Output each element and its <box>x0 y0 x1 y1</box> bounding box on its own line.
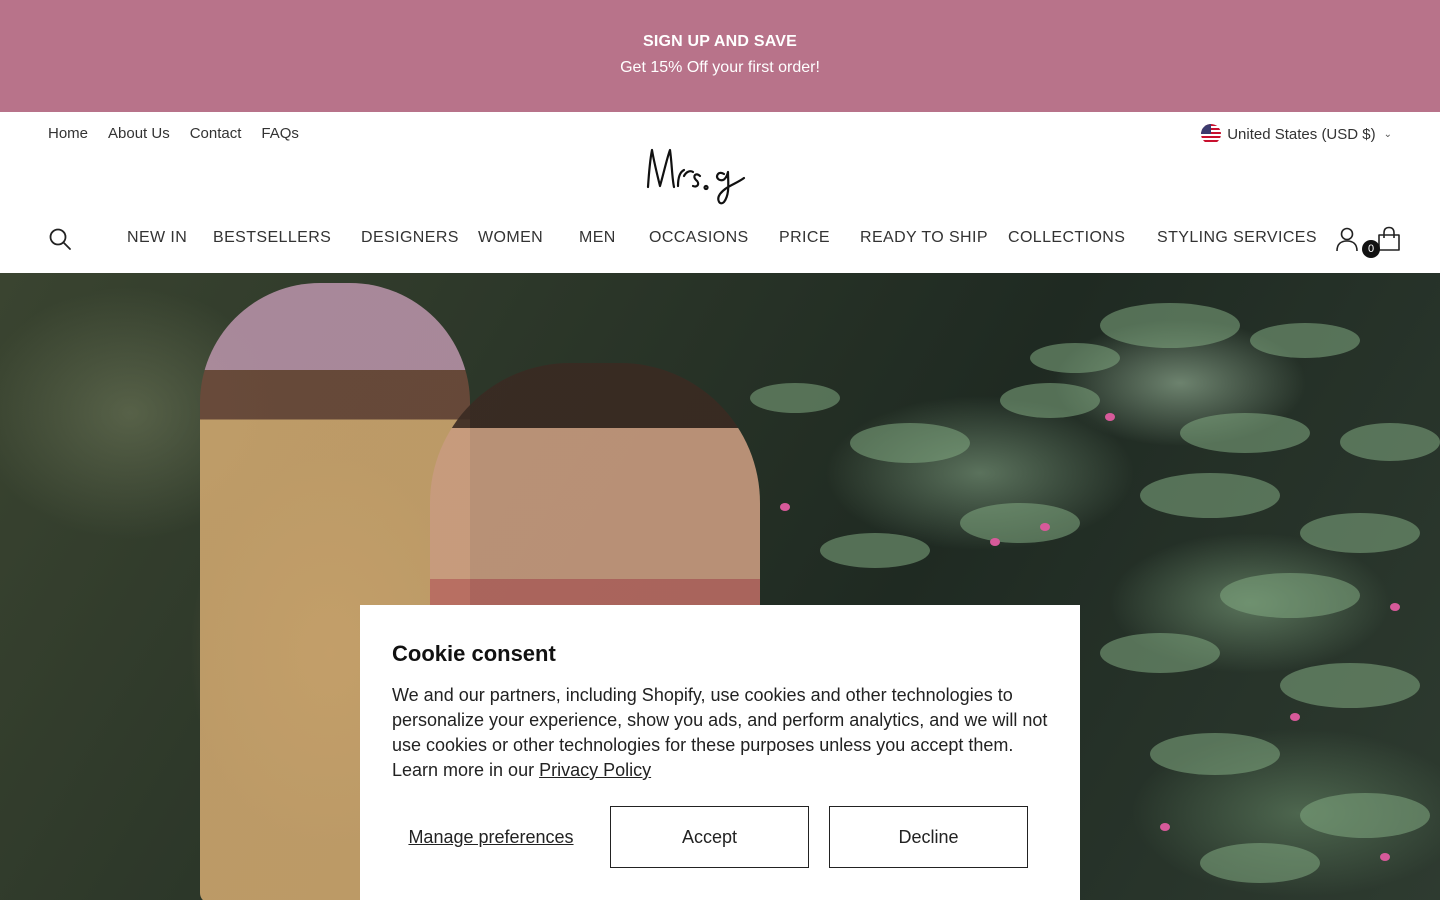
country-selector-label: United States (USD $) <box>1227 125 1376 143</box>
us-flag-icon <box>1201 124 1222 144</box>
top-link-faqs[interactable]: FAQs <box>261 125 299 142</box>
site-logo[interactable] <box>640 142 800 208</box>
site-header: Home About Us Contact FAQs United States… <box>0 112 1440 273</box>
nav-styling-services[interactable]: STYLING SERVICES <box>1157 229 1317 247</box>
main-nav: NEW IN BESTSELLERS DESIGNERS WOMEN MEN O… <box>0 229 1440 251</box>
nav-new-in[interactable]: NEW IN <box>127 229 187 247</box>
privacy-policy-link[interactable]: Privacy Policy <box>539 760 651 780</box>
nav-occasions[interactable]: OCCASIONS <box>649 229 749 247</box>
announcement-subtitle: Get 15% Off your first order! <box>620 59 820 76</box>
decline-button[interactable]: Decline <box>829 806 1028 868</box>
country-selector[interactable]: United States (USD $) ⌄ <box>1201 124 1392 144</box>
nav-designers[interactable]: DESIGNERS <box>361 229 459 247</box>
nav-women[interactable]: WOMEN <box>478 229 543 247</box>
nav-men[interactable]: MEN <box>579 229 616 247</box>
manage-preferences-button[interactable]: Manage preferences <box>392 806 590 868</box>
account-icon[interactable] <box>1335 226 1359 252</box>
top-link-home[interactable]: Home <box>48 125 88 142</box>
cart-count-badge: 0 <box>1362 240 1380 258</box>
announcement-title: SIGN UP AND SAVE <box>642 33 798 50</box>
announcement-bar[interactable]: SIGN UP AND SAVE Get 15% Off your first … <box>0 0 1440 112</box>
top-link-contact[interactable]: Contact <box>190 125 242 142</box>
nav-price[interactable]: PRICE <box>779 229 830 247</box>
cookie-body: We and our partners, including Shopify, … <box>392 683 1052 783</box>
chevron-down-icon: ⌄ <box>1383 128 1392 140</box>
top-link-about[interactable]: About Us <box>108 125 170 142</box>
accept-button[interactable]: Accept <box>610 806 809 868</box>
cookie-body-text: We and our partners, including Shopify, … <box>392 685 1048 780</box>
nav-collections[interactable]: COLLECTIONS <box>1008 229 1125 247</box>
nav-ready-to-ship[interactable]: READY TO SHIP <box>860 229 988 247</box>
cookie-title: Cookie consent <box>392 641 556 666</box>
top-links: Home About Us Contact FAQs <box>48 125 299 142</box>
nav-bestsellers[interactable]: BESTSELLERS <box>213 229 331 247</box>
cookie-consent-dialog: Cookie consent We and our partners, incl… <box>360 605 1080 900</box>
